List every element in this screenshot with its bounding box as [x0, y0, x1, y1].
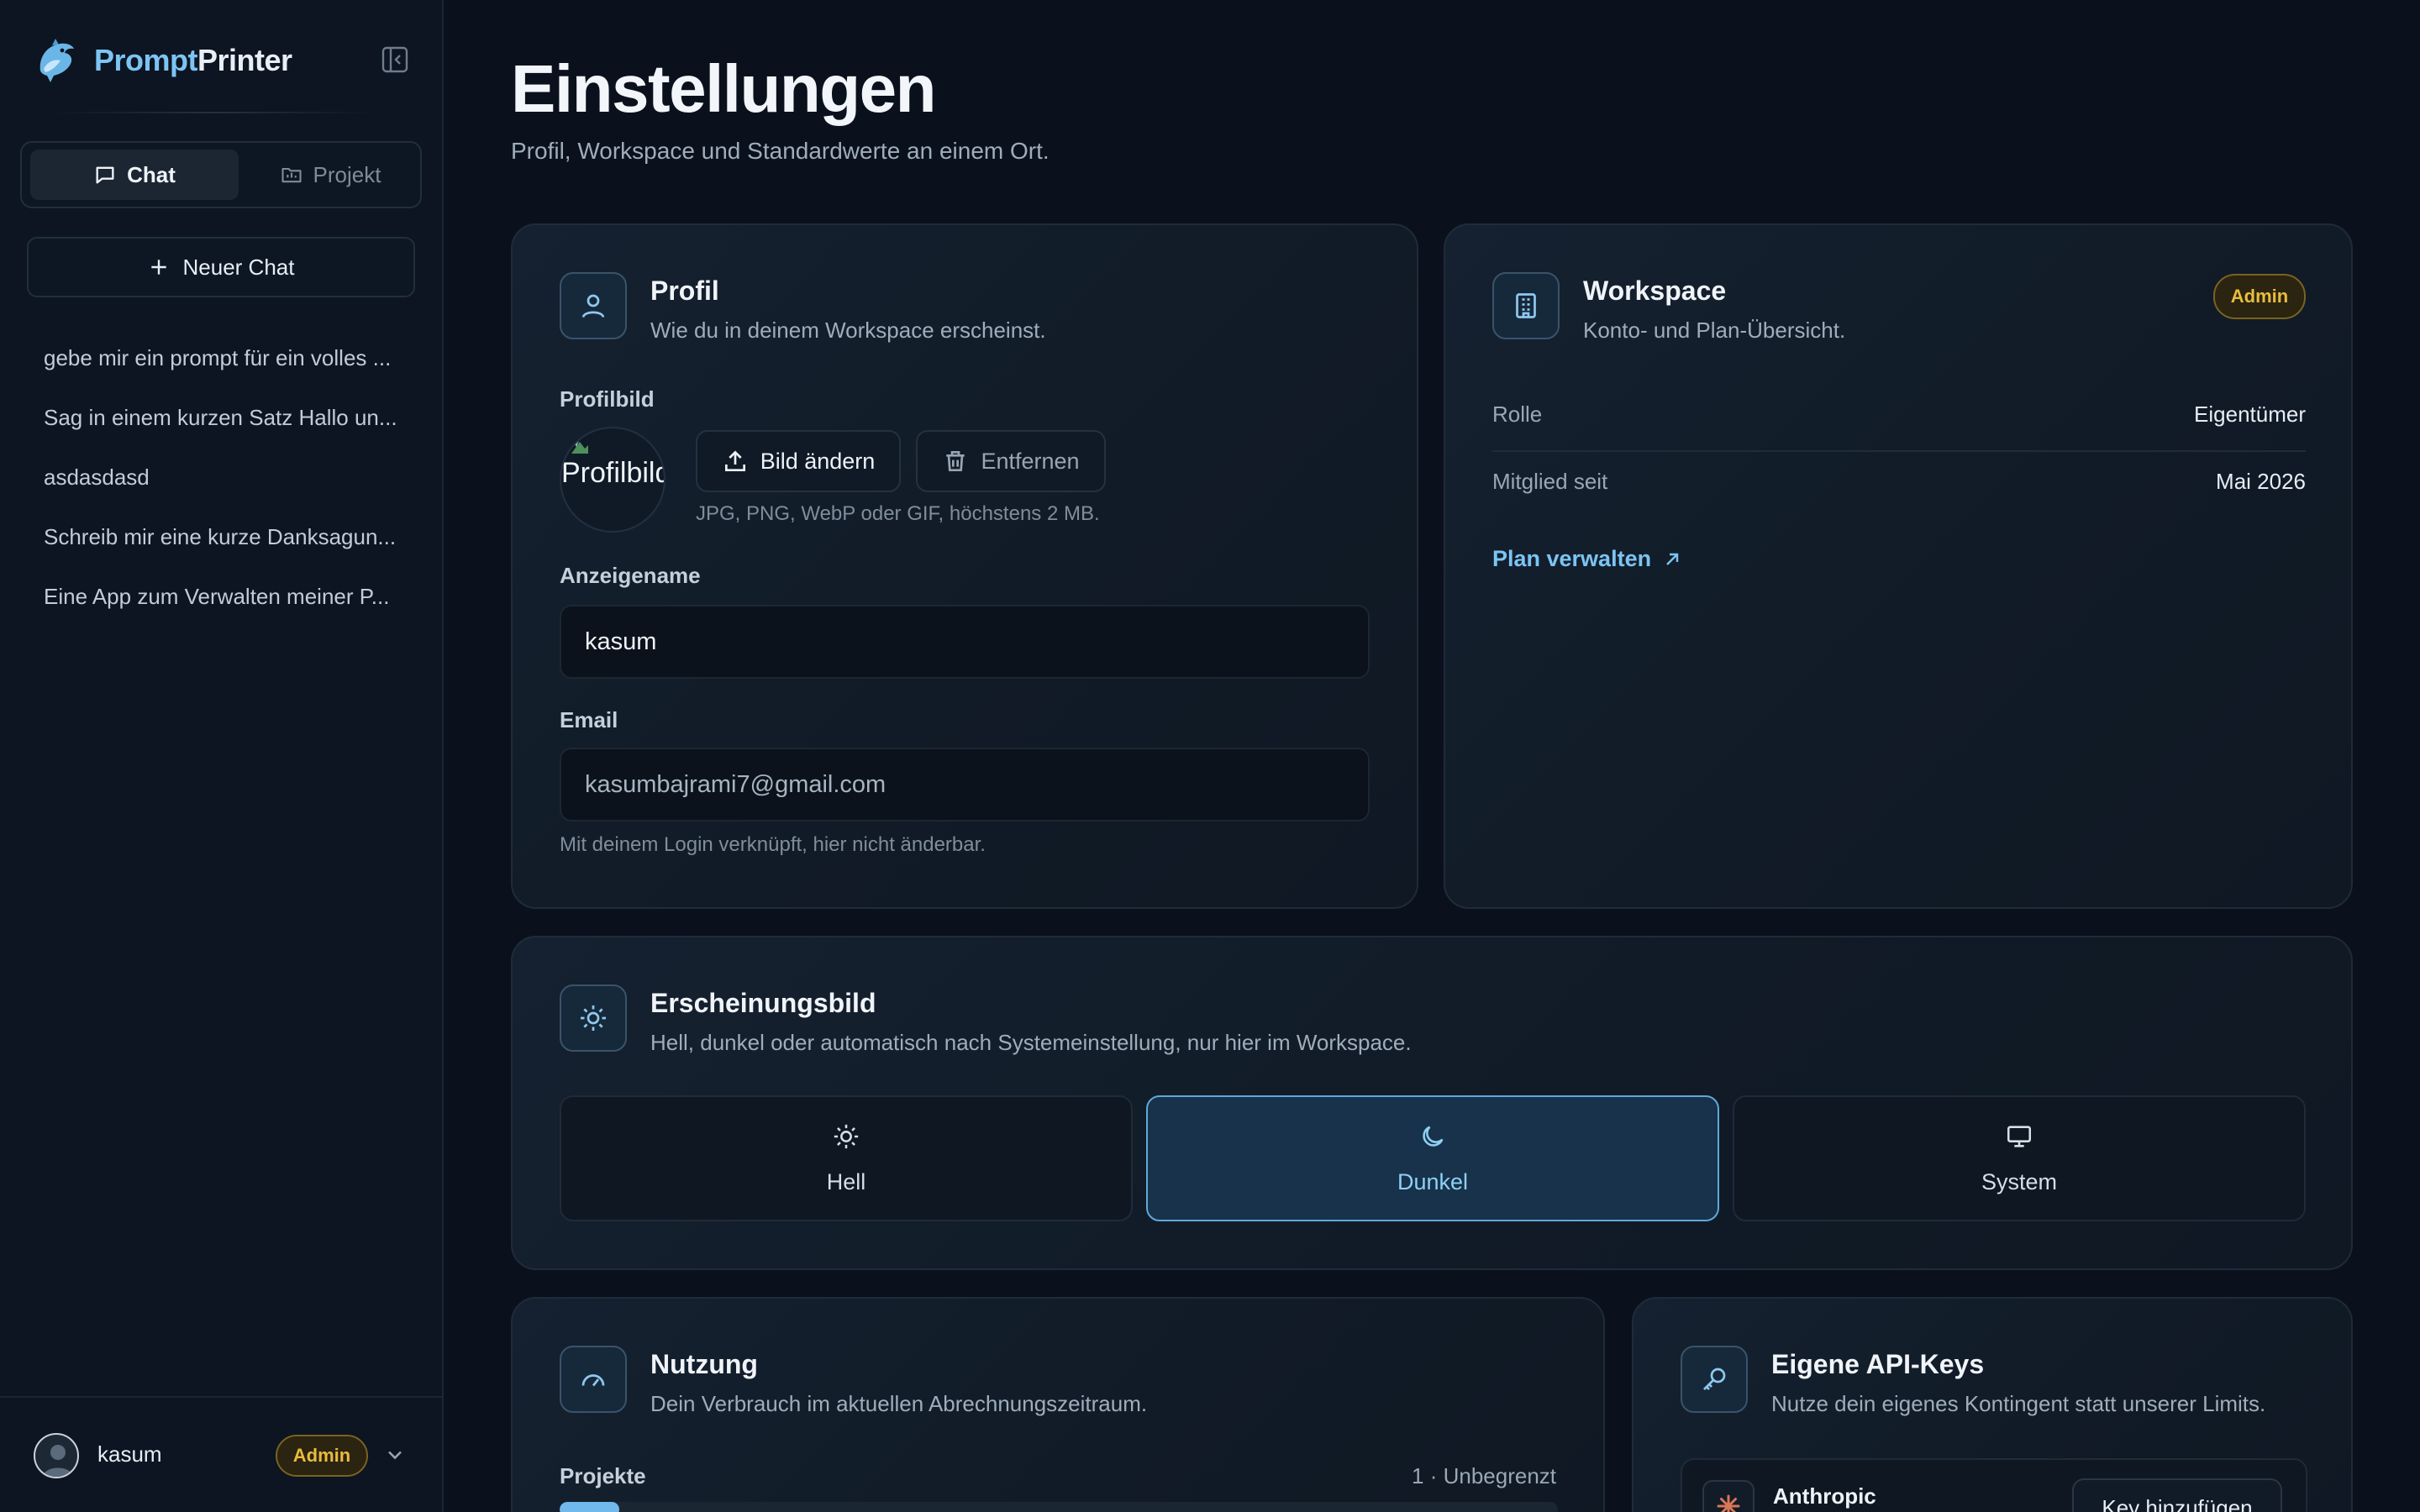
brand-divider — [50, 112, 378, 113]
key-icon — [1681, 1346, 1748, 1413]
chat-history-item[interactable]: Eine App zum Verwalten meiner P... — [44, 580, 405, 639]
anthropic-icon — [1702, 1480, 1754, 1512]
chat-history-item[interactable]: gebe mir ein prompt für ein volles ... — [44, 341, 405, 401]
new-chat-button[interactable]: Neuer Chat — [27, 237, 415, 297]
user-avatar — [34, 1433, 79, 1478]
row-value: Mai 2026 — [2216, 469, 2306, 494]
api-keys-card: Eigene API-Keys Nutze dein eigenes Konti… — [1632, 1297, 2353, 1512]
theme-option-hell[interactable]: Hell — [560, 1095, 1133, 1221]
change-picture-label: Bild ändern — [760, 448, 876, 474]
tab-chat-label: Chat — [127, 161, 176, 187]
mode-toggle: Chat Projekt — [20, 141, 422, 208]
projects-progress-fill — [560, 1502, 620, 1512]
row-key: Rolle — [1492, 402, 1543, 427]
dolphin-logo-icon — [35, 37, 77, 84]
provider-row-anthropic: Anthropic Key hinzufügen — [1681, 1458, 2307, 1512]
picture-hint: JPG, PNG, WebP oder GIF, höchstens 2 MB. — [696, 502, 1100, 525]
workspace-row-role: Rolle Eigentümer — [1492, 383, 2306, 450]
remove-picture-label: Entfernen — [981, 448, 1080, 474]
workspace-card: Workspace Konto- und Plan-Übersicht. Adm… — [1444, 223, 2353, 909]
workspace-title: Workspace — [1583, 276, 1727, 306]
role-badge: Admin — [276, 1435, 368, 1477]
gauge-icon — [560, 1346, 627, 1413]
tab-projekt[interactable]: Projekt — [242, 150, 418, 200]
page-title: Einstellungen — [511, 51, 937, 126]
appearance-card: Erscheinungsbild Hell, dunkel oder autom… — [511, 936, 2353, 1270]
trash-icon — [942, 448, 969, 475]
projects-progress-bar — [560, 1502, 1558, 1512]
usage-title: Nutzung — [650, 1349, 758, 1379]
sun-icon — [832, 1122, 860, 1151]
profile-card: Profil Wie du in deinem Workspace ersche… — [511, 223, 1418, 909]
remove-picture-button[interactable]: Entfernen — [916, 430, 1106, 492]
chat-history-item[interactable]: Sag in einem kurzen Satz Hallo un... — [44, 401, 405, 460]
usage-card: Nutzung Dein Verbrauch im aktuellen Abre… — [511, 1297, 1605, 1512]
folder-icon — [280, 163, 303, 186]
display-name-label: Anzeigename — [560, 563, 701, 588]
display-name-input[interactable]: kasum — [560, 605, 1370, 679]
broken-image-icon — [571, 438, 588, 454]
chat-history-item[interactable]: Schreib mir eine kurze Danksagun... — [44, 520, 405, 580]
email-label: Email — [560, 707, 618, 732]
theme-option-label: Dunkel — [1397, 1168, 1469, 1194]
workspace-row-member-since: Mitglied seit Mai 2026 — [1492, 450, 2306, 517]
theme-option-label: Hell — [826, 1168, 866, 1194]
workspace-subtitle: Konto- und Plan-Übersicht. — [1583, 318, 1846, 343]
projects-label: Projekte — [560, 1463, 646, 1488]
workspace-role-badge: Admin — [2213, 274, 2306, 319]
theme-option-dunkel[interactable]: Dunkel — [1146, 1095, 1719, 1221]
chevron-down-icon[interactable] — [383, 1443, 407, 1467]
manage-plan-label: Plan verwalten — [1492, 546, 1652, 571]
add-key-button[interactable]: Key hinzufügen — [2072, 1478, 2282, 1512]
email-field: kasumbajrami7@gmail.com — [560, 748, 1370, 822]
theme-option-system[interactable]: System — [1733, 1095, 2306, 1221]
profile-title: Profil — [650, 276, 719, 306]
row-key: Mitglied seit — [1492, 469, 1608, 494]
new-chat-label: Neuer Chat — [182, 254, 295, 280]
tab-chat[interactable]: Chat — [30, 150, 239, 200]
brand[interactable]: PromptPrinter — [35, 37, 292, 84]
manage-plan-link[interactable]: Plan verwalten — [1492, 546, 1681, 572]
message-icon — [93, 163, 117, 186]
profile-subtitle: Wie du in deinem Workspace erscheinst. — [650, 318, 1046, 343]
appearance-subtitle: Hell, dunkel oder automatisch nach Syste… — [650, 1030, 1412, 1055]
tab-projekt-label: Projekt — [313, 161, 381, 187]
api-keys-subtitle: Nutze dein eigenes Kontingent statt unse… — [1771, 1391, 2266, 1416]
monitor-icon — [2005, 1122, 2033, 1151]
chat-history-list: gebe mir ein prompt für ein volles ... S… — [44, 341, 405, 639]
usage-subtitle: Dein Verbrauch im aktuellen Abrechnungsz… — [650, 1391, 1148, 1416]
sidebar: PromptPrinter Chat Projekt Neuer Chat ge… — [0, 0, 444, 1512]
collapse-sidebar-icon[interactable] — [378, 45, 412, 74]
user-icon — [560, 272, 627, 339]
row-value: Eigentümer — [2194, 402, 2306, 427]
appearance-title: Erscheinungsbild — [650, 988, 876, 1018]
profile-picture-alt: Profilbild — [561, 457, 666, 489]
moon-icon — [1418, 1122, 1447, 1151]
brand-name: PromptPrinter — [94, 43, 292, 77]
user-menu[interactable]: kasum Admin — [0, 1396, 442, 1512]
projects-value: 1 · Unbegrenzt — [1412, 1463, 1556, 1488]
change-picture-button[interactable]: Bild ändern — [696, 430, 901, 492]
sun-moon-icon — [560, 984, 627, 1052]
theme-option-label: System — [1981, 1168, 2058, 1194]
chat-history-item[interactable]: asdasdasd — [44, 460, 405, 520]
plus-icon — [148, 256, 170, 278]
provider-name: Anthropic — [1773, 1483, 1876, 1509]
profile-picture-label: Profilbild — [560, 386, 655, 412]
user-name: kasum — [97, 1441, 162, 1467]
external-arrow-icon — [1663, 550, 1681, 569]
page-subtitle: Profil, Workspace und Standardwerte an e… — [511, 138, 1050, 164]
building-icon — [1492, 272, 1560, 339]
api-keys-title: Eigene API-Keys — [1771, 1349, 1985, 1379]
upload-icon — [722, 448, 749, 475]
email-hint: Mit deinem Login verknüpft, hier nicht ä… — [560, 833, 986, 856]
profile-picture: Profilbild — [560, 427, 666, 533]
